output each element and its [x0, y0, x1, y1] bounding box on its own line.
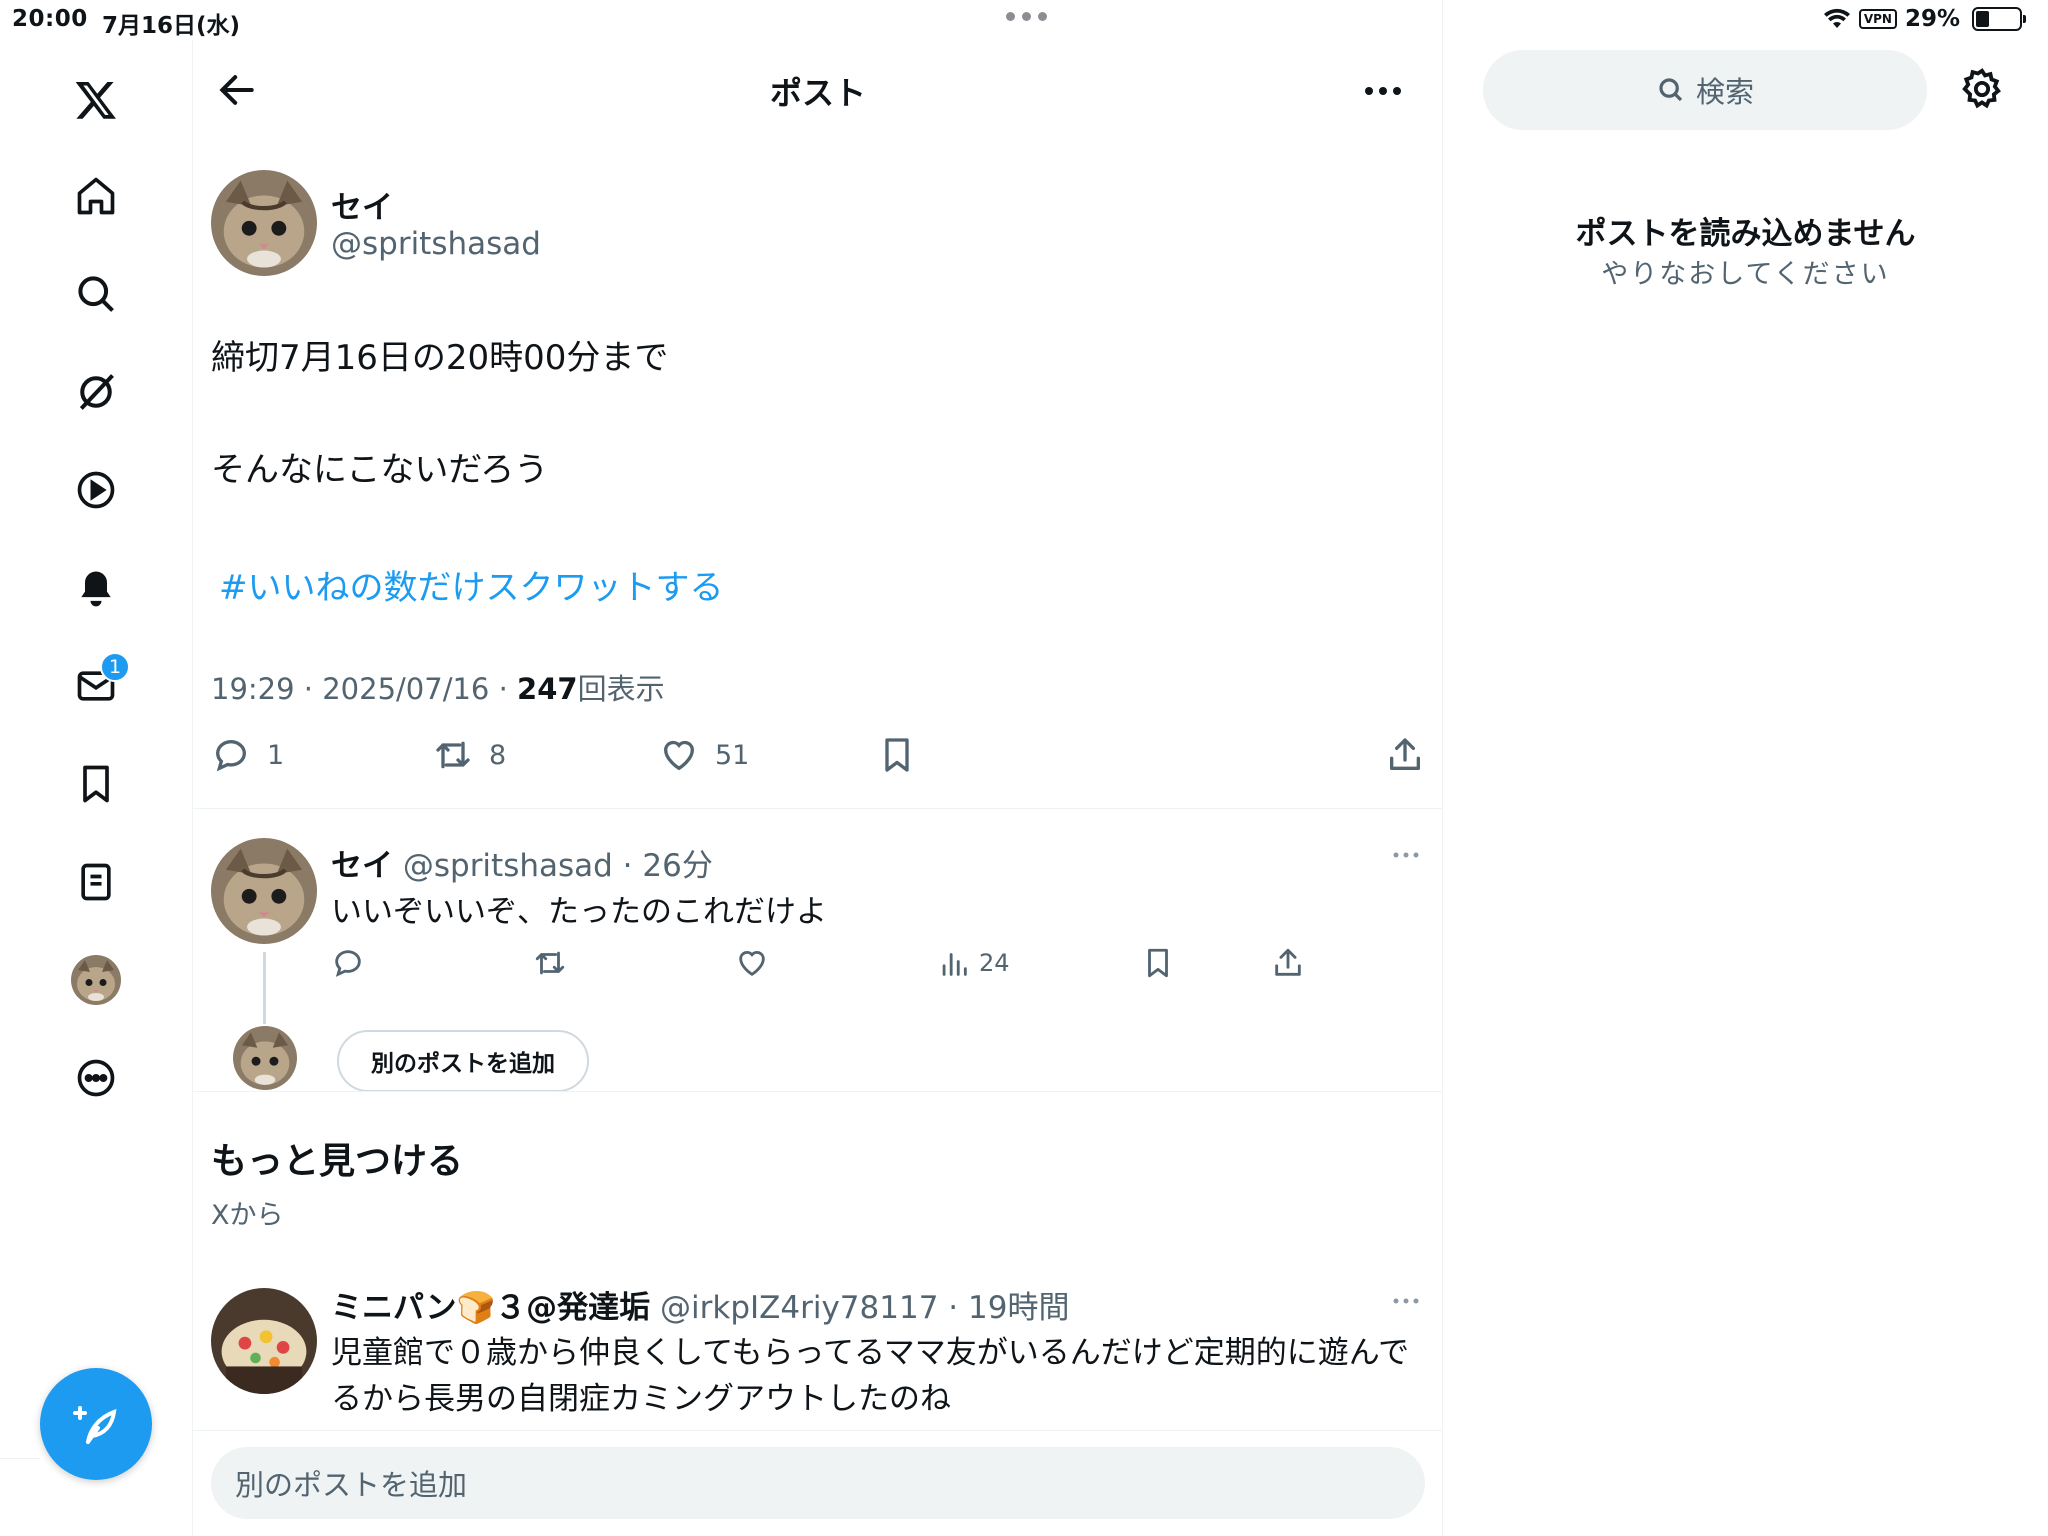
author-handle[interactable]: @spritshasad: [331, 226, 541, 262]
bookmark-icon[interactable]: [66, 754, 126, 814]
author-avatar[interactable]: [211, 170, 317, 276]
share-upload-icon: [1275, 948, 1301, 976]
search-placeholder: 検索: [1695, 75, 1754, 109]
post-meta: 19:29 · 2025/07/16 · 247回表示: [211, 672, 665, 706]
reply-bookmark-button[interactable]: [1141, 946, 1175, 980]
reply-author-handle[interactable]: @spritshasad: [403, 848, 613, 884]
nav-divider: [0, 1458, 40, 1459]
reply-author-name[interactable]: セイ: [331, 848, 393, 884]
more-options-icon[interactable]: [66, 1048, 126, 1108]
reply-compose-input[interactable]: 別のポストを追加: [211, 1447, 1425, 1519]
main-column: ポスト セイ @spritshasad 締切7月16日の20時00分まで そんな…: [193, 0, 1443, 1536]
post-text-line-1: 締切7月16日の20時00分まで: [211, 338, 669, 378]
repost-count: 8: [489, 739, 507, 771]
author-name[interactable]: セイ: [331, 182, 393, 227]
reply-actions: 24: [331, 946, 1331, 986]
reply-view-count: 24: [979, 949, 1010, 977]
divider: [193, 808, 1443, 809]
view-label: 回表示: [577, 672, 665, 706]
x-logo-icon[interactable]: [66, 70, 126, 130]
like-count: 51: [715, 739, 750, 771]
video-play-icon[interactable]: [66, 460, 126, 520]
reply-bubble-icon: [335, 950, 361, 977]
repost-button[interactable]: 8: [433, 735, 506, 775]
lists-icon[interactable]: [66, 852, 126, 912]
right-column: 検索 ポストを読み込めません やりなおしてください: [1443, 0, 2048, 1536]
post-actions: 1 8 51: [211, 735, 1425, 785]
reply-more-icon[interactable]: [1391, 850, 1421, 860]
post-text-line-2: そんなにこないだろう: [211, 450, 549, 490]
heart-icon: [663, 740, 695, 771]
view-count: 247: [517, 672, 578, 706]
rec-text: 児童館で０歳から仲良くしてもらってるママ友がいるんだけど定期的に遊んでるから長男…: [331, 1335, 1410, 1417]
status-time: 20:00: [12, 6, 88, 32]
heart-icon: [739, 951, 765, 977]
reply-reply-button[interactable]: [331, 946, 365, 980]
like-button[interactable]: 51: [659, 735, 749, 775]
reply-button[interactable]: 1: [211, 735, 284, 775]
gear-settings-icon[interactable]: [1959, 66, 2005, 112]
left-nav: 1: [0, 40, 193, 1536]
reply-count: 1: [267, 739, 285, 771]
grok-icon[interactable]: [66, 362, 126, 422]
post-header: ポスト: [193, 40, 1443, 140]
bookmark-button[interactable]: [877, 735, 917, 775]
reply-share-button[interactable]: [1271, 946, 1305, 980]
avatar: [71, 955, 121, 1005]
messages-badge: 1: [100, 652, 130, 682]
error-subtitle: やりなおしてください: [1601, 259, 1890, 290]
compose-feather-icon: [73, 1406, 117, 1444]
share-button[interactable]: [1385, 735, 1425, 775]
hashtag-link[interactable]: #いいねの数だけスクワットする: [219, 560, 724, 609]
rec-header: ミニパン🍞３@発達垢 @irkpIZ4riy78117 · 19時間: [331, 1290, 1070, 1326]
reply-repost-button[interactable]: [533, 946, 567, 980]
discover-subtitle: Xから: [211, 1200, 284, 1231]
notifications-bell-icon[interactable]: [66, 558, 126, 618]
rec-author-handle[interactable]: @irkpIZ4riy78117: [660, 1290, 938, 1326]
thread-line: [263, 952, 266, 1024]
repost-icon: [436, 741, 470, 769]
analytics-bars-icon: [942, 953, 967, 976]
search-icon[interactable]: [66, 264, 126, 324]
divider: [193, 1091, 1443, 1092]
more-horizontal-icon[interactable]: [1359, 76, 1407, 106]
reply-like-button[interactable]: [735, 946, 769, 980]
reply-views-button[interactable]: 24: [937, 946, 1010, 980]
reply-author-avatar[interactable]: [211, 838, 317, 944]
post-date[interactable]: 2025/07/16: [322, 672, 489, 706]
page-title: ポスト: [769, 74, 866, 112]
reply-header: セイ @spritshasad · 26分: [331, 848, 713, 884]
compose-post-button[interactable]: [40, 1368, 152, 1480]
rec-age: 19時間: [968, 1290, 1070, 1326]
rec-more-icon[interactable]: [1391, 1296, 1421, 1306]
bookmark-icon: [885, 738, 909, 772]
reply-bubble-icon: [215, 740, 247, 772]
divider: [193, 1430, 1443, 1431]
discover-title: もっと見つける: [211, 1141, 464, 1182]
post-time[interactable]: 19:29: [211, 672, 295, 706]
reply-age: 26分: [642, 848, 713, 884]
reply-text: いいぞいいぞ、たったのこれだけよ: [331, 894, 827, 930]
bookmark-icon: [1148, 948, 1168, 978]
own-avatar-small: [233, 1026, 297, 1090]
repost-icon: [535, 951, 565, 975]
rec-author-name[interactable]: ミニパン🍞３@発達垢: [331, 1290, 650, 1326]
share-upload-icon: [1390, 738, 1420, 770]
messages-mail-icon[interactable]: 1: [66, 652, 130, 716]
search-bar[interactable]: 検索: [1483, 50, 1927, 130]
rec-author-avatar[interactable]: [211, 1288, 317, 1394]
home-icon[interactable]: [66, 166, 126, 226]
profile-avatar[interactable]: [66, 950, 126, 1010]
error-title: ポストを読み込めません: [1575, 216, 1916, 252]
add-another-post-button[interactable]: 別のポストを追加: [337, 1030, 589, 1092]
search-icon: [1659, 78, 1683, 102]
